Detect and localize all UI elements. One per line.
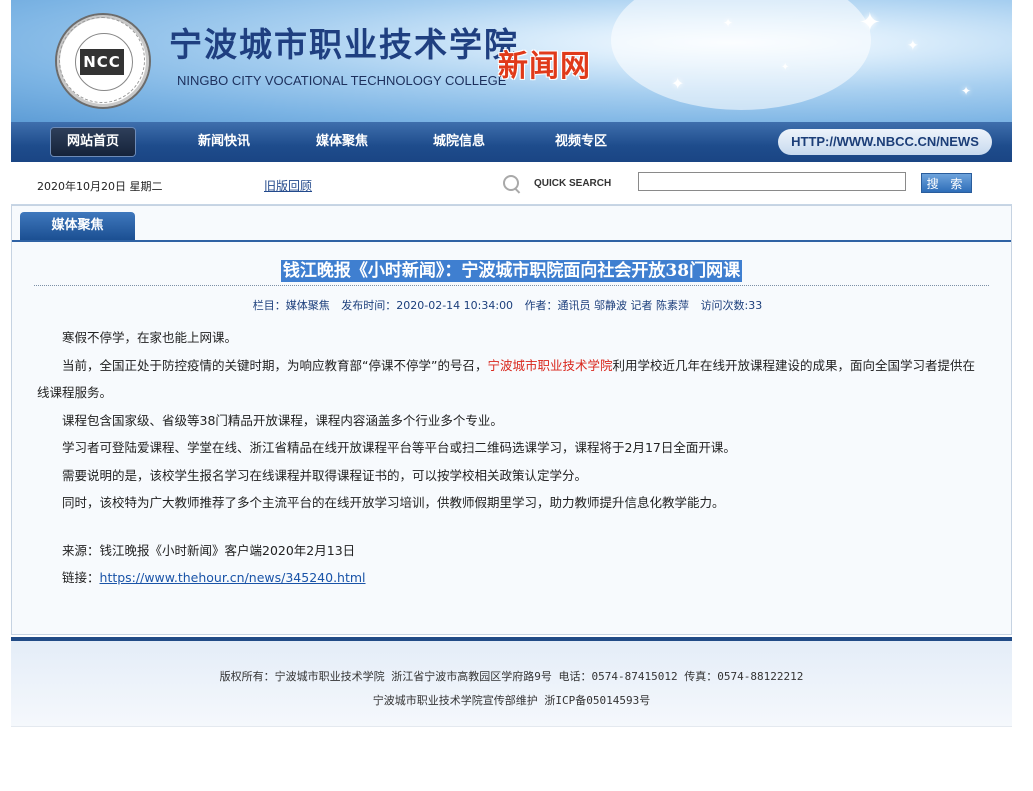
nav-item-home[interactable]: 网站首页: [51, 128, 135, 156]
article-title-text: 钱江晚报《小时新闻》：宁波城市职院面向社会开放38门网课: [280, 260, 743, 282]
footer: 版权所有：宁波城市职业技术学院 浙江省宁波市高教园区学府路9号 电话：0574-…: [11, 637, 1012, 726]
college-name-cn: 宁波城市职业技术学院: [169, 25, 519, 64]
search-icon: [503, 175, 519, 191]
star-decoration: ✦: [961, 84, 972, 98]
college-name-en: NINGBO CITY VOCATIONAL TECHNOLOGY COLLEG…: [177, 73, 507, 88]
nav-item-news-flash[interactable]: 新闻快讯: [198, 131, 250, 153]
star-decoration: ✦: [723, 16, 734, 30]
meta-author: 作者：通讯员 邬静波 记者 陈素萍: [524, 299, 690, 312]
paragraph: 课程包含国家级、省级等38门精品开放课程，课程内容涵盖多个行业多个专业。: [62, 412, 503, 428]
section-tab-bar: 媒体聚焦: [12, 206, 1011, 242]
header-banner: ✦ ✦ ✦ ✦ ✦ ✦ NCC 宁波城市职业技术学院 NINGBO CITY V…: [11, 0, 1012, 122]
meta-views: 访问次数:33: [700, 299, 763, 312]
footer-copyright: 版权所有：宁波城市职业技术学院 浙江省宁波市高教园区学府路9号 电话：0574-…: [219, 670, 804, 683]
star-decoration: ✦: [859, 8, 881, 38]
paragraph: 寒假不停学，在家也能上网课。: [62, 330, 238, 345]
link-label: 链接：: [62, 570, 100, 585]
article-panel: 媒体聚焦 钱江晚报《小时新闻》：宁波城市职院面向社会开放38门网课 栏目：媒体聚…: [11, 205, 1012, 635]
old-version-link[interactable]: 旧版回顾: [264, 177, 312, 194]
paragraph: 学习者可登陆爱课程、学堂在线、浙江省精品在线开放课程平台等平台或扫二维码选课学习…: [62, 440, 736, 455]
search-button[interactable]: 搜 索: [921, 173, 972, 193]
star-decoration: ✦: [907, 38, 919, 54]
nav-item-media-focus[interactable]: 媒体聚焦: [316, 131, 368, 153]
footer-icp: 宁波城市职业技术学院宣传部维护 浙ICP备05014593号: [372, 694, 651, 707]
paragraph: 当前，全国正处于防控疫情的关键时期，为响应教育部“停课不停学”的号召，宁波城市职…: [37, 352, 987, 407]
search-input[interactable]: [638, 172, 906, 191]
paragraph-text: 当前，全国正处于防控疫情的关键时期，为响应教育部“停课不停学”的号召，: [62, 357, 488, 373]
college-logo: NCC: [55, 13, 151, 109]
main-nav: 网站首页 新闻快讯 媒体聚焦 城院信息 视频专区 HTTP://WWW.NBCC…: [11, 122, 1012, 162]
meta-time: 发布时间：2020-02-14 10:34:00: [341, 299, 514, 312]
article-source: 来源：钱江晚报《小时新闻》客户端2020年2月13日: [62, 542, 356, 558]
info-bar: 2020年10月20日 星期二 旧版回顾 QUICK SEARCH 搜 索: [11, 162, 1012, 205]
article-title: 钱江晚报《小时新闻》：宁波城市职院面向社会开放38门网课: [12, 256, 1011, 282]
paragraph: 需要说明的是，该校学生报名学习在线课程并取得课程证书的，可以按学校相关政策认定学…: [62, 467, 588, 483]
meta-column: 栏目：媒体聚焦: [252, 299, 330, 312]
nav-item-video[interactable]: 视频专区: [555, 131, 607, 153]
paragraph: 同时，该校特为广大教师推荐了多个主流平台的在线开放学习培训，供教师假期里学习，助…: [62, 495, 725, 510]
current-date: 2020年10月20日 星期二: [37, 180, 163, 193]
title-divider: [34, 285, 989, 286]
site-url-badge: HTTP://WWW.NBCC.CN/NEWS: [778, 129, 992, 155]
nav-item-campus-info[interactable]: 城院信息: [433, 131, 485, 153]
article-link-line: 链接：https://www.thehour.cn/news/345240.ht…: [37, 564, 987, 592]
star-decoration: ✦: [781, 62, 790, 73]
article-body: 寒假不停学，在家也能上网课。 当前，全国正处于防控疫情的关键时期，为响应教育部“…: [37, 324, 987, 592]
source-link[interactable]: https://www.thehour.cn/news/345240.html: [100, 570, 366, 585]
article-meta: 栏目：媒体聚焦 发布时间：2020-02-14 10:34:00 作者：通讯员 …: [12, 297, 1011, 313]
site-name: 新闻网: [498, 49, 591, 84]
bottom-divider: [11, 726, 1012, 727]
college-name-highlight: 宁波城市职业技术学院: [487, 357, 613, 373]
banner-glow: [611, 0, 871, 110]
star-decoration: ✦: [671, 74, 685, 93]
section-tab: 媒体聚焦: [20, 212, 135, 240]
logo-mark: NCC: [80, 49, 124, 75]
quick-search-label: QUICK SEARCH: [534, 178, 612, 189]
